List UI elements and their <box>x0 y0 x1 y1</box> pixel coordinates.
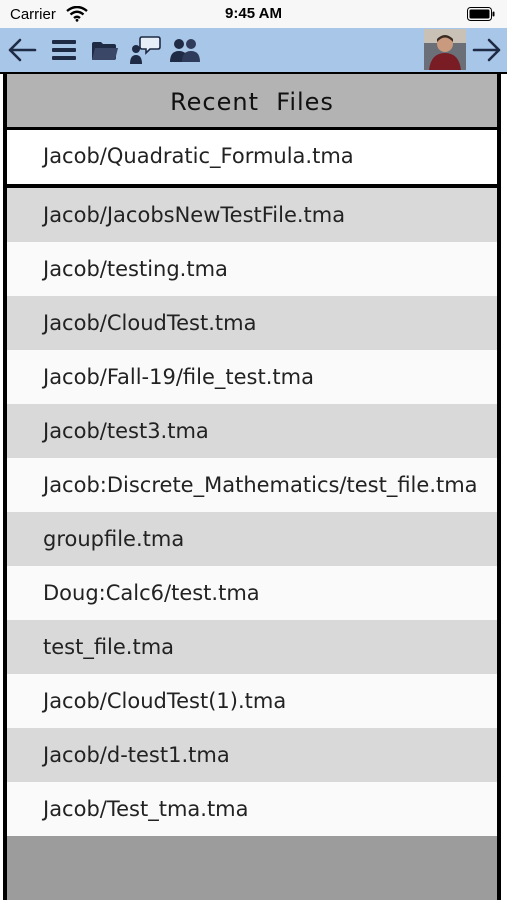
selected-file-row[interactable]: Jacob/Quadratic_Formula.tma <box>7 130 497 188</box>
forward-button[interactable] <box>470 32 504 68</box>
back-arrow-icon <box>8 38 37 62</box>
back-button[interactable] <box>4 32 40 68</box>
menu-button[interactable] <box>49 32 79 68</box>
battery-icon <box>467 7 495 21</box>
chat-icon <box>130 36 161 64</box>
list-item[interactable]: Jacob:Discrete_Mathematics/test_file.tma <box>7 458 497 512</box>
chat-button[interactable] <box>128 32 162 68</box>
status-bar: Carrier 9:45 AM <box>0 0 507 28</box>
panel-header: Recent Files <box>7 74 497 130</box>
group-button[interactable] <box>168 32 202 68</box>
avatar[interactable] <box>424 29 466 70</box>
list-item[interactable]: Doug:Calc6/test.tma <box>7 566 497 620</box>
forward-arrow-icon <box>472 38 501 62</box>
list-item[interactable]: Jacob/testing.tma <box>7 242 497 296</box>
list-item[interactable]: Jacob/CloudTest(1).tma <box>7 674 497 728</box>
list-item[interactable]: Jacob/test3.tma <box>7 404 497 458</box>
group-icon <box>170 39 200 62</box>
list-item[interactable]: Jacob/Fall-19/file_test.tma <box>7 350 497 404</box>
list-item[interactable]: groupfile.tma <box>7 512 497 566</box>
toolbar <box>0 28 507 74</box>
list-item[interactable]: Jacob/d-test1.tma <box>7 728 497 782</box>
folder-button[interactable] <box>90 32 120 68</box>
menu-icon <box>52 40 76 60</box>
recent-files-panel: Recent Files Jacob/Quadratic_Formula.tma… <box>3 74 501 900</box>
list-item[interactable]: Jacob/JacobsNewTestFile.tma <box>7 188 497 242</box>
list-item[interactable]: Jacob/Test_tma.tma <box>7 782 497 836</box>
list-item[interactable]: Jacob/CloudTest.tma <box>7 296 497 350</box>
clock: 9:45 AM <box>225 5 282 22</box>
list-item[interactable]: test_file.tma <box>7 620 497 674</box>
file-list: Jacob/JacobsNewTestFile.tma Jacob/testin… <box>7 188 497 836</box>
folder-icon <box>92 42 118 60</box>
panel-title: Recent Files <box>170 88 334 116</box>
selected-file-label: Jacob/Quadratic_Formula.tma <box>43 144 354 168</box>
